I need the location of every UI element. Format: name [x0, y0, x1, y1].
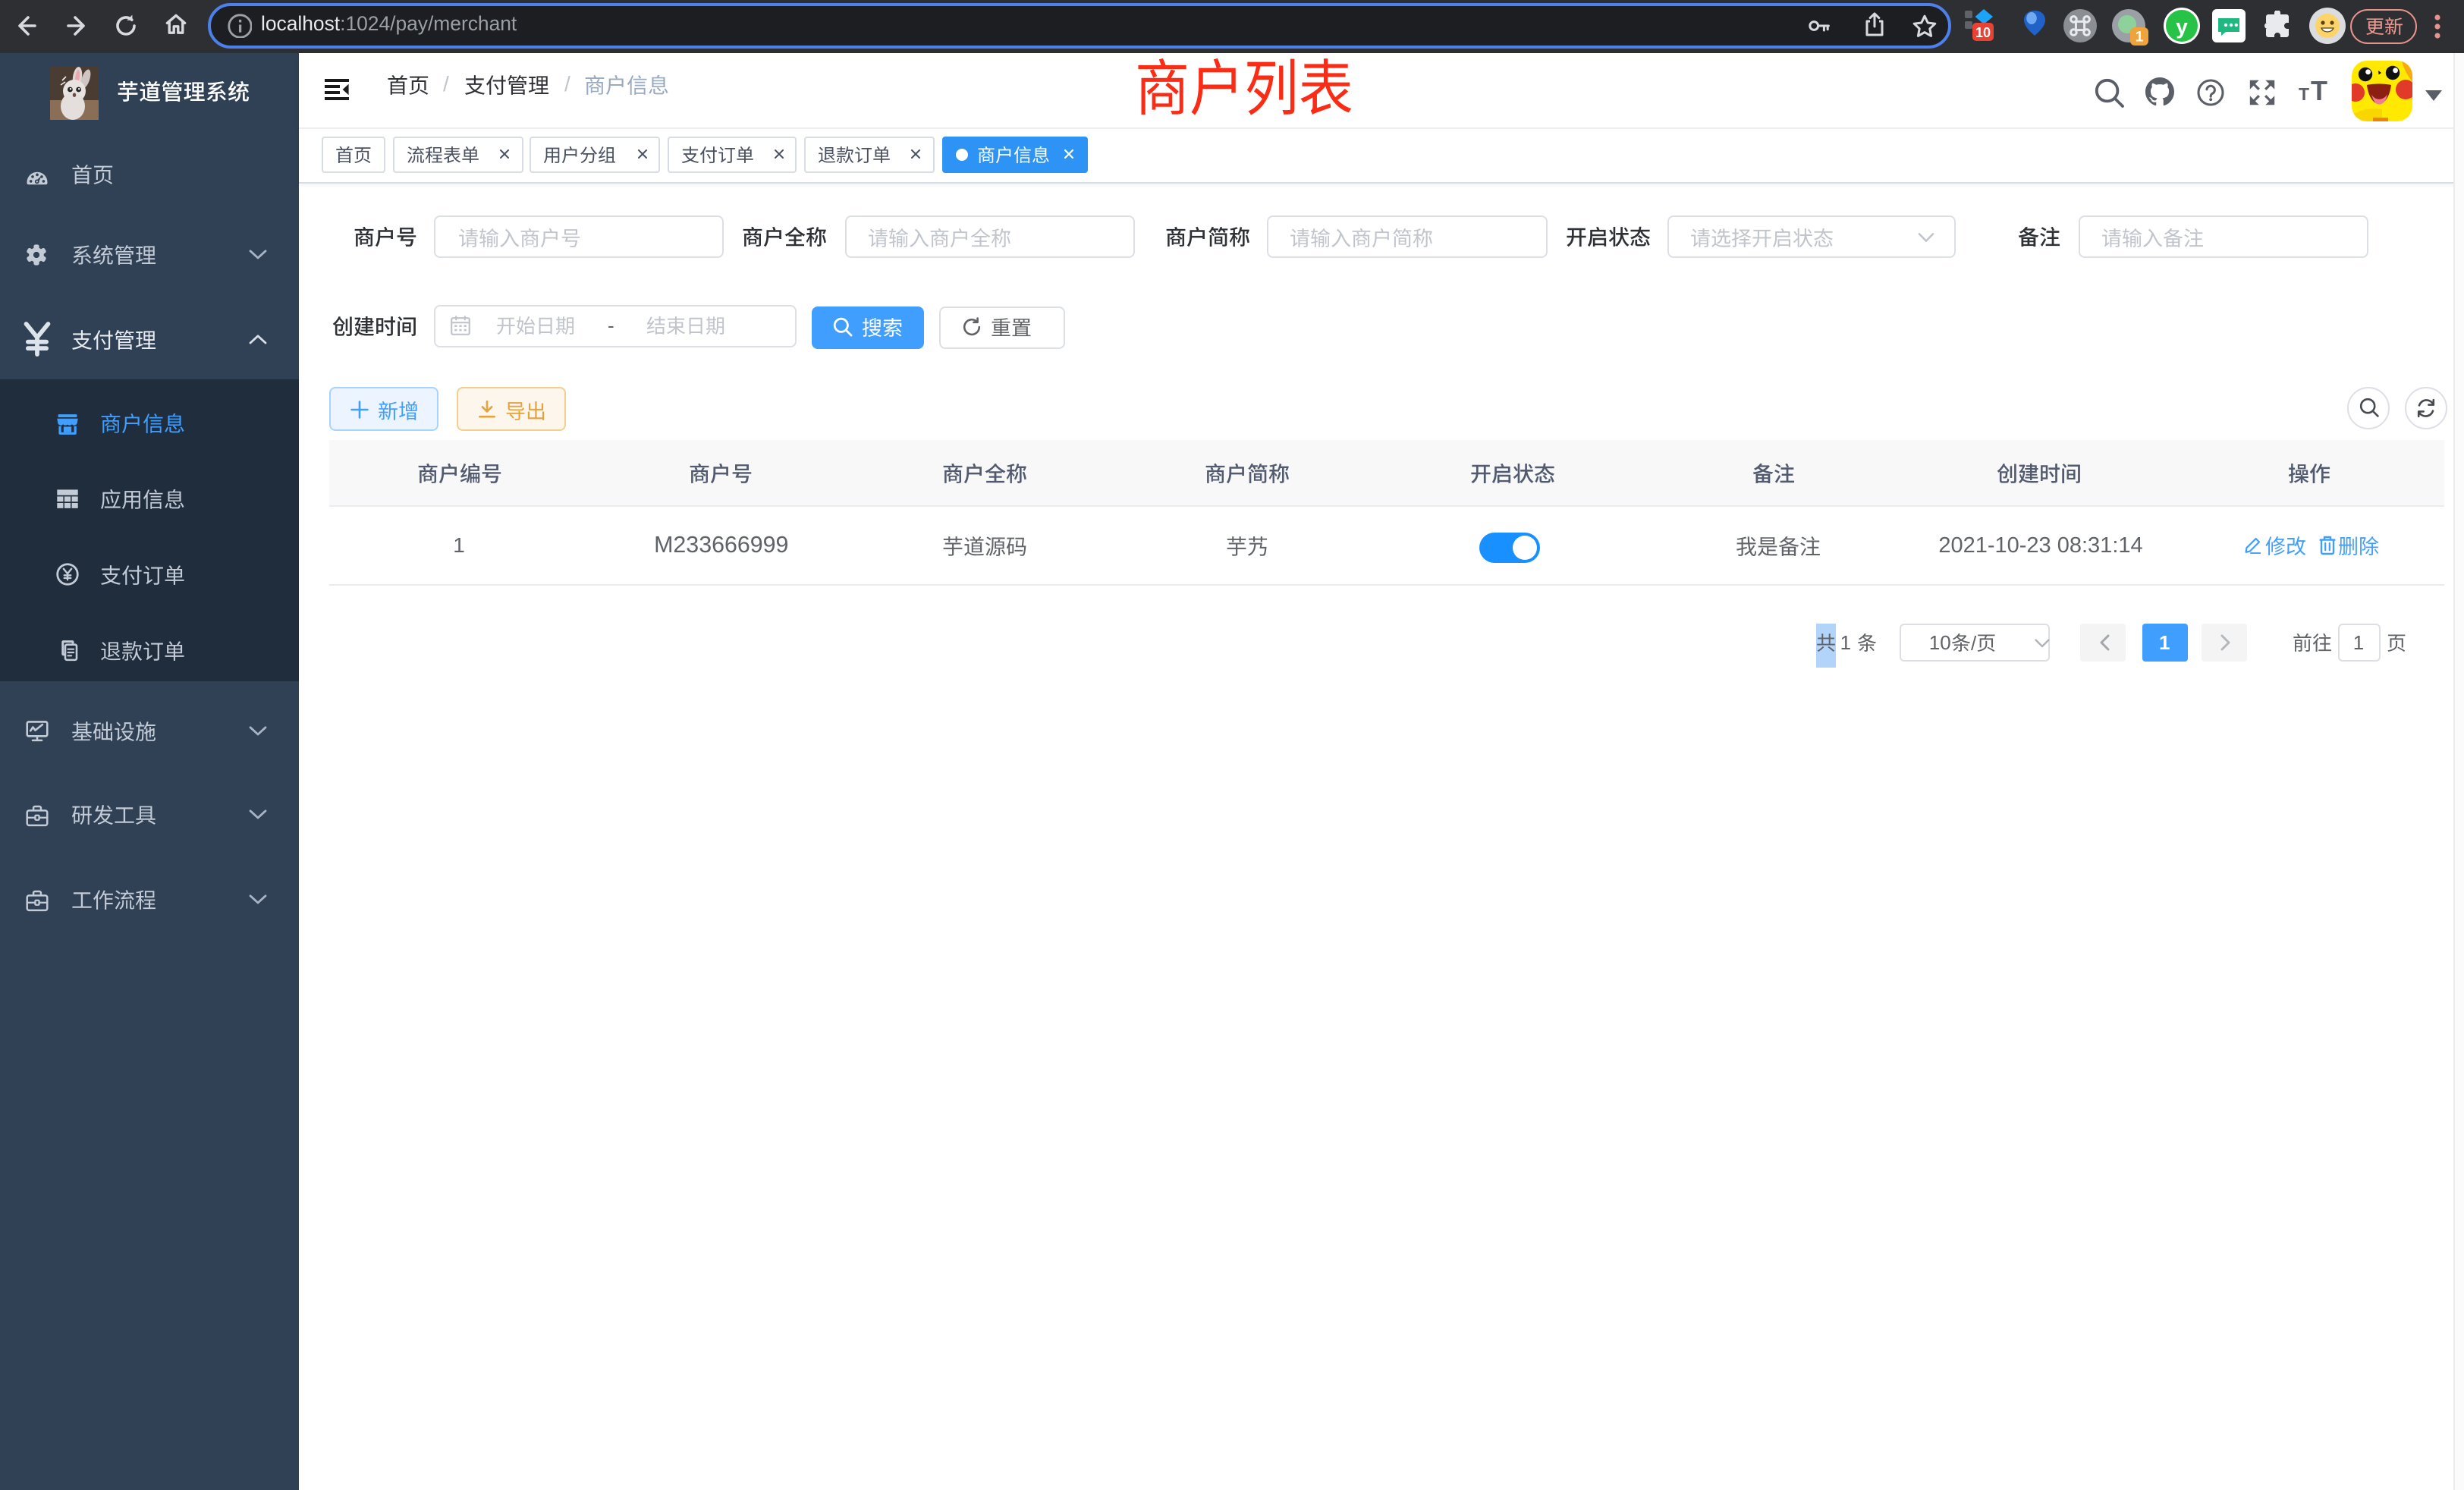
svg-text:y: y — [2176, 15, 2188, 39]
svg-text:1: 1 — [2136, 30, 2144, 46]
svg-text:10: 10 — [1975, 25, 1991, 40]
